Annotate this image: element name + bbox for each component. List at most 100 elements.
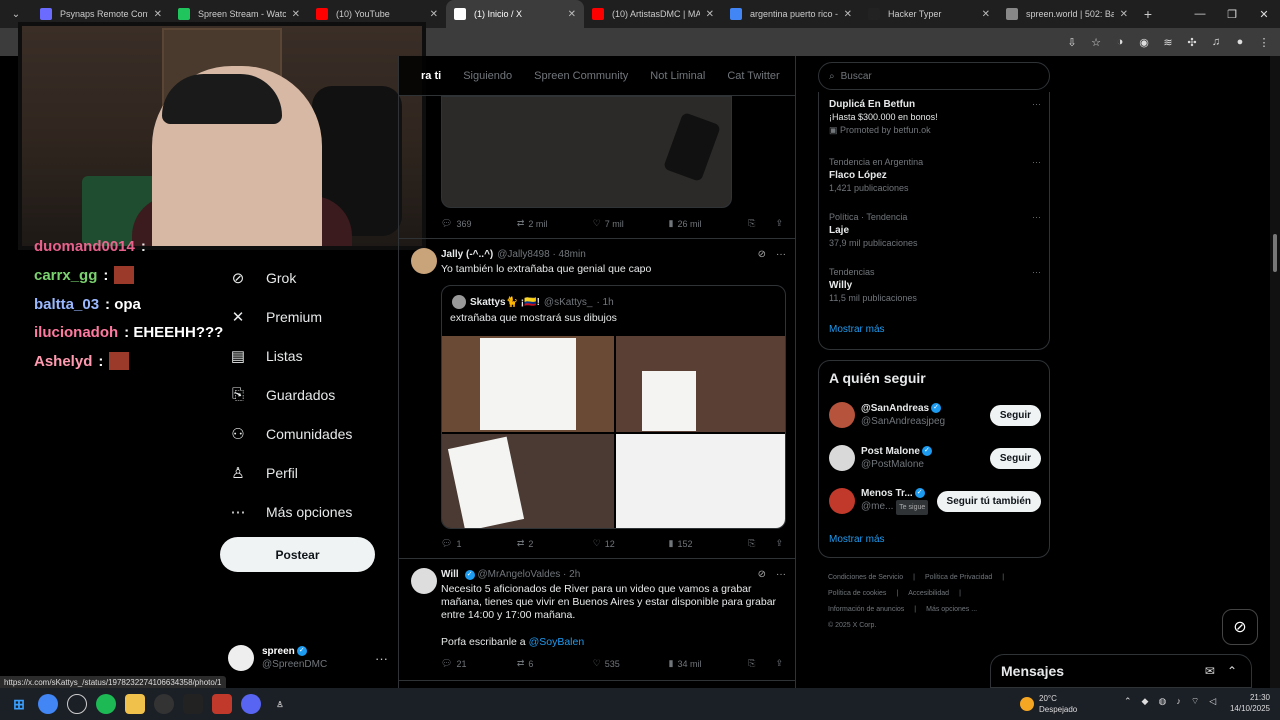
app-icon[interactable]: ♙ bbox=[270, 694, 290, 714]
show-more-link[interactable]: Mostrar más bbox=[829, 534, 885, 545]
spotify-icon[interactable] bbox=[96, 694, 116, 714]
close-tab-icon[interactable]: ✕ bbox=[430, 9, 438, 20]
tab-ra-ti[interactable]: ra ti bbox=[421, 70, 441, 82]
author-handle[interactable]: @Jally8498 bbox=[497, 249, 549, 260]
search-input[interactable]: ⌕ Buscar bbox=[818, 62, 1050, 90]
author-handle[interactable]: @MrAngeloValdes bbox=[477, 569, 560, 580]
close-tab-icon[interactable]: ✕ bbox=[292, 9, 300, 20]
messages-drawer[interactable]: Mensajes ✉ ⌃ bbox=[990, 654, 1252, 688]
more-icon[interactable]: ··· bbox=[375, 651, 388, 666]
sidebar-item-mas-opciones[interactable]: ⋯ Más opciones bbox=[220, 492, 400, 531]
post-button[interactable]: Postear bbox=[220, 537, 375, 572]
file-explorer-icon[interactable] bbox=[125, 694, 145, 714]
more-icon[interactable]: ··· bbox=[1032, 98, 1041, 111]
like-button[interactable]: ♡ 7 mil bbox=[593, 218, 669, 229]
scrollbar[interactable] bbox=[1270, 56, 1280, 688]
close-tab-icon[interactable]: ✕ bbox=[706, 9, 714, 20]
bookmark-icon[interactable]: ⎘ bbox=[748, 658, 755, 669]
minimize-button[interactable]: — bbox=[1184, 8, 1216, 21]
share-icon[interactable]: ⇪ bbox=[775, 658, 783, 669]
bookmark-icon[interactable]: ⎘ bbox=[748, 218, 755, 229]
repost-button[interactable]: ⇄ 2 bbox=[517, 538, 593, 549]
volume-muted-icon[interactable]: ◁ bbox=[1209, 696, 1216, 707]
sidebar-item-grok[interactable]: ⊘ Grok bbox=[220, 258, 400, 297]
more-icon[interactable]: ··· bbox=[1032, 266, 1041, 279]
extension-icon[interactable]: ◑ bbox=[1110, 32, 1130, 52]
trend-item[interactable]: Tendencias Willy 11,5 mil publicaciones ··… bbox=[829, 266, 1041, 305]
close-tab-icon[interactable]: ✕ bbox=[568, 9, 576, 20]
repost-button[interactable]: ⇄ 2 mil bbox=[517, 218, 593, 229]
trend-item[interactable]: Tendencia en Argentina Flaco López 1,421 p… bbox=[829, 156, 1041, 195]
footer-link[interactable]: Condiciones de Servicio bbox=[828, 574, 903, 581]
maximize-button[interactable]: ❐ bbox=[1216, 8, 1248, 21]
clock[interactable]: 21:30 14/10/2025 bbox=[1222, 692, 1270, 714]
tweet-image[interactable] bbox=[441, 96, 732, 208]
expand-icon[interactable]: ⌃ bbox=[1227, 664, 1237, 678]
trend-item[interactable]: Duplicá En Betfun ¡Hasta $300.000 en bon… bbox=[829, 98, 1041, 137]
bookmark-icon[interactable]: ⎘ bbox=[748, 538, 755, 549]
follow-button[interactable]: Seguir bbox=[989, 447, 1041, 469]
footer-link[interactable]: Política de cookies bbox=[828, 590, 886, 597]
reply-button[interactable]: 💬︎ 21 bbox=[441, 658, 517, 669]
trend-item[interactable]: Política · Tendencia Laje 37,9 mil publica… bbox=[829, 211, 1041, 250]
grok-fab-button[interactable]: ⊘ bbox=[1222, 609, 1258, 645]
sidebar-item-perfil[interactable]: ♙ Perfil bbox=[220, 453, 400, 492]
author-name[interactable]: Jally (-^..^) bbox=[441, 249, 493, 260]
like-button[interactable]: ♡ 12 bbox=[593, 538, 669, 549]
close-tab-icon[interactable]: ✕ bbox=[154, 9, 162, 20]
tab-search-icon[interactable]: ⌄ bbox=[3, 4, 29, 24]
views-button[interactable]: ▮ 34 mil bbox=[669, 658, 749, 669]
repost-button[interactable]: ⇄ 6 bbox=[517, 658, 593, 669]
more-icon[interactable]: ··· bbox=[1032, 211, 1041, 224]
browser-tab[interactable]: spreen.world | 502: Bad g✕ bbox=[998, 0, 1136, 28]
share-icon[interactable]: ⇪ bbox=[775, 538, 783, 549]
show-more-link[interactable]: Mostrar más bbox=[829, 324, 885, 335]
grok-icon[interactable]: ⊘ bbox=[758, 249, 766, 260]
install-icon[interactable]: ⇩ bbox=[1062, 32, 1082, 52]
follow-suggestion[interactable]: @SanAndreas ✓ @SanAndreasjpeg Seguir bbox=[829, 399, 1041, 431]
close-tab-icon[interactable]: ✕ bbox=[1120, 9, 1128, 20]
extension-icon[interactable]: ◉ bbox=[1134, 32, 1154, 52]
mention-link[interactable]: @SoyBalen bbox=[529, 636, 585, 648]
avatar[interactable] bbox=[411, 568, 437, 594]
discord-icon[interactable] bbox=[241, 694, 261, 714]
tab-siguiendo[interactable]: Siguiendo bbox=[463, 70, 512, 82]
follow-suggestion[interactable]: Menos Tr... ✓ @me... Te sigue Seguir tú ta… bbox=[829, 485, 1041, 517]
microphone-icon[interactable]: ♪ bbox=[1176, 696, 1181, 707]
author-name[interactable]: Will bbox=[441, 569, 459, 580]
extensions-puzzle-icon[interactable]: ✣ bbox=[1182, 32, 1202, 52]
sidebar-item-guardados[interactable]: ⎘ Guardados bbox=[220, 375, 400, 414]
more-icon[interactable]: ··· bbox=[776, 569, 786, 580]
sidebar-item-listas[interactable]: ▤ Listas bbox=[220, 336, 400, 375]
sidebar-item-comunidades[interactable]: ⚇ Comunidades bbox=[220, 414, 400, 453]
reply-button[interactable]: 💬︎ 1 bbox=[441, 538, 517, 549]
new-message-icon[interactable]: ✉ bbox=[1205, 664, 1215, 678]
weather-widget[interactable]: 20°C Despejado bbox=[1020, 693, 1077, 715]
views-button[interactable]: ▮ 152 bbox=[669, 538, 749, 549]
photo[interactable] bbox=[615, 434, 785, 528]
chevron-up-icon[interactable]: ⌃ bbox=[1124, 696, 1132, 707]
grok-icon[interactable]: ⊘ bbox=[758, 569, 766, 580]
photo[interactable] bbox=[442, 336, 614, 432]
more-icon[interactable]: ··· bbox=[1032, 156, 1041, 169]
reply-button[interactable]: 💬︎ 369 bbox=[441, 218, 517, 229]
bookmark-star-icon[interactable]: ☆ bbox=[1086, 32, 1106, 52]
browser-tab[interactable]: (10) ArtistasDMC | MAX M✕ bbox=[584, 0, 722, 28]
follow-back-button[interactable]: Seguir tú también bbox=[936, 490, 1041, 512]
browser-tab[interactable]: Hacker Typer ✕ bbox=[860, 0, 998, 28]
app-icon[interactable] bbox=[212, 694, 232, 714]
chrome-icon[interactable] bbox=[38, 694, 58, 714]
avatar[interactable] bbox=[411, 248, 437, 274]
profile-avatar-icon[interactable]: ● bbox=[1230, 32, 1250, 52]
browser-tab[interactable]: argentina puerto rico - Bu✕ bbox=[722, 0, 860, 28]
tab-not-liminal[interactable]: Not Liminal bbox=[650, 70, 705, 82]
footer-link[interactable]: Accesibilidad bbox=[908, 590, 949, 597]
share-icon[interactable]: ⇪ bbox=[775, 218, 783, 229]
more-icon[interactable]: ··· bbox=[776, 249, 786, 260]
obs-icon[interactable] bbox=[67, 694, 87, 714]
browser-menu-icon[interactable]: ⋮ bbox=[1254, 32, 1274, 52]
follow-button[interactable]: Seguir bbox=[989, 404, 1041, 426]
close-tab-icon[interactable]: ✕ bbox=[844, 9, 852, 20]
footer-link[interactable]: Política de Privacidad bbox=[925, 574, 992, 581]
app-icon[interactable] bbox=[154, 694, 174, 714]
